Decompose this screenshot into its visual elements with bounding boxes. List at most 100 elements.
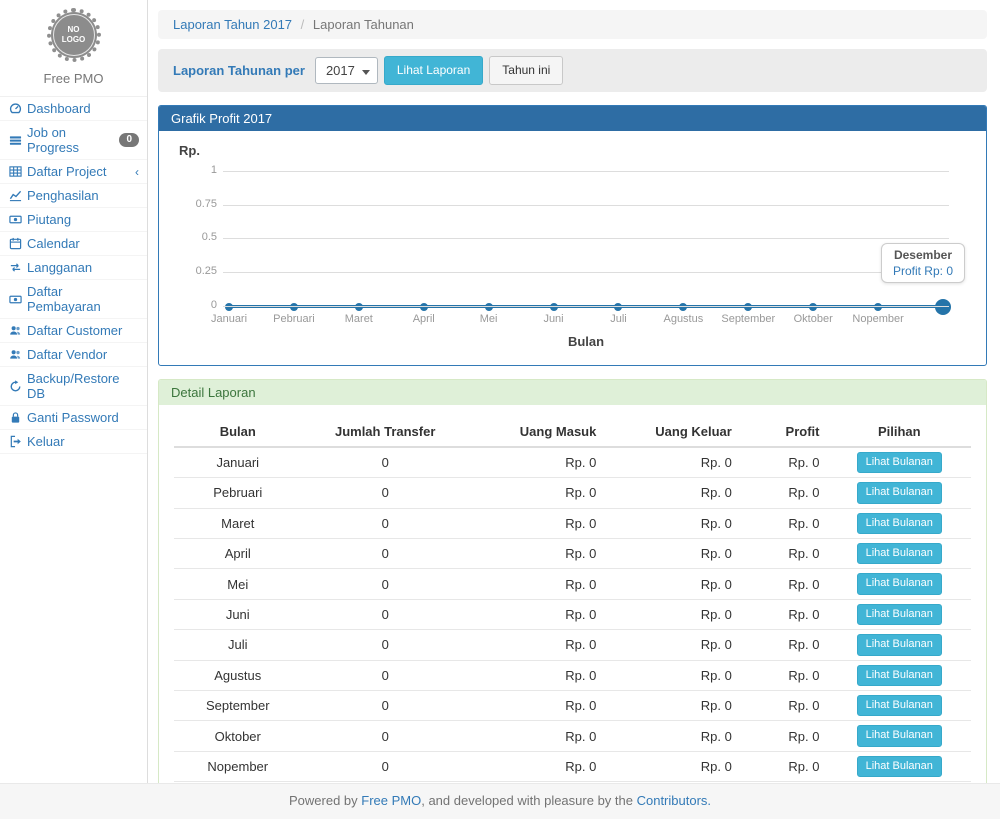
logo-block: NO LOGO Free PMO — [0, 0, 147, 96]
tahun-ini-button[interactable]: Tahun ini — [489, 56, 563, 85]
data-point-agustus[interactable] — [679, 303, 687, 311]
data-point-maret[interactable] — [355, 303, 363, 311]
cell-bulan: Juli — [174, 630, 302, 660]
cell-bulan: September — [174, 690, 302, 720]
cell-profit: Rp. 0 — [740, 630, 828, 660]
data-point-pebruari[interactable] — [290, 303, 298, 311]
data-point-september[interactable] — [744, 303, 752, 311]
x-tick-label: Juni — [543, 313, 563, 325]
main-content: Laporan Tahun 2017 / Laporan Tahunan Lap… — [148, 0, 1000, 783]
sidebar-item-job-on-progress[interactable]: Job on Progress 0 — [0, 121, 147, 160]
column-header-uang-keluar: Uang Keluar — [604, 417, 739, 447]
count-badge: 0 — [119, 133, 139, 147]
sidebar-item-daftar-customer[interactable]: Daftar Customer — [0, 319, 147, 343]
cell-uang-masuk: Rp. 0 — [469, 630, 604, 660]
tooltip-month: Desember — [893, 248, 953, 262]
sidebar-item-daftar-project[interactable]: Daftar Project‹ — [0, 160, 147, 184]
column-header-profit: Profit — [740, 417, 828, 447]
data-point-nopember[interactable] — [874, 303, 882, 311]
y-tick-label: 0 — [179, 299, 217, 311]
cell-uang-keluar: Rp. 0 — [604, 660, 739, 690]
page-footer: Powered by Free PMO, and developed with … — [0, 783, 1000, 819]
lihat-bulanan-button-pebruari[interactable]: Lihat Bulanan — [857, 482, 942, 503]
profit-line-chart: Rp. 00.250.50.751 JanuariPebruariMaretAp… — [177, 143, 951, 351]
cell-uang-masuk: Rp. 0 — [469, 538, 604, 568]
sidebar-item-backup-restore-db[interactable]: Backup/Restore DB — [0, 367, 147, 406]
cell-uang-keluar: Rp. 0 — [604, 508, 739, 538]
lihat-bulanan-button-oktober[interactable]: Lihat Bulanan — [857, 725, 942, 746]
x-tick-label: Pebruari — [273, 313, 315, 325]
year-select[interactable]: 2017 — [315, 57, 378, 84]
x-tick-label: Nopember — [852, 313, 903, 325]
x-tick-label: Oktober — [794, 313, 833, 325]
sidebar-item-langganan[interactable]: Langganan — [0, 256, 147, 280]
cell-uang-masuk: Rp. 0 — [469, 599, 604, 629]
money-icon — [8, 213, 22, 227]
data-point-mei[interactable] — [485, 303, 493, 311]
chevron-down-icon — [362, 70, 370, 75]
breadcrumb-separator: / — [301, 17, 305, 32]
sidebar-item-piutang[interactable]: Piutang — [0, 208, 147, 232]
cell-jumlah-transfer: 0 — [302, 630, 469, 660]
detail-report-panel: Detail Laporan BulanJumlah TransferUang … — [158, 379, 987, 783]
sidebar-item-dashboard[interactable]: Dashboard — [0, 97, 147, 121]
cell-profit: Rp. 0 — [740, 599, 828, 629]
footer-text-middle: , and developed with pleasure by the — [421, 793, 636, 808]
data-point-april[interactable] — [420, 303, 428, 311]
chart-tooltip: Desember Profit Rp: 0 — [881, 243, 965, 283]
profit-chart-panel: Grafik Profit 2017 Rp. 00.250.50.751 Jan… — [158, 105, 987, 366]
table-row-april: April0Rp. 0Rp. 0Rp. 0Lihat Bulanan — [174, 538, 971, 568]
lihat-bulanan-button-september[interactable]: Lihat Bulanan — [857, 695, 942, 716]
x-tick-label: Agustus — [663, 313, 703, 325]
gridline — [223, 272, 949, 273]
cell-profit: Rp. 0 — [740, 538, 828, 568]
sidebar-item-ganti-password[interactable]: Ganti Password — [0, 406, 147, 430]
x-tick-label: April — [413, 313, 435, 325]
sidebar-item-label: Daftar Project — [27, 164, 106, 179]
table-body: Januari0Rp. 0Rp. 0Rp. 0Lihat BulananPebr… — [174, 447, 971, 783]
cell-uang-masuk: Rp. 0 — [469, 447, 604, 478]
data-point-januari[interactable] — [225, 303, 233, 311]
cell-uang-keluar: Rp. 0 — [604, 751, 739, 781]
cell-pilihan: Lihat Bulanan — [828, 751, 972, 781]
cell-pilihan: Lihat Bulanan — [828, 690, 972, 720]
lihat-bulanan-button-maret[interactable]: Lihat Bulanan — [857, 513, 942, 534]
users-icon — [8, 324, 22, 338]
sidebar-item-penghasilan[interactable]: Penghasilan — [0, 184, 147, 208]
data-point-oktober[interactable] — [809, 303, 817, 311]
lihat-laporan-button[interactable]: Lihat Laporan — [384, 56, 483, 85]
lihat-bulanan-button-mei[interactable]: Lihat Bulanan — [857, 573, 942, 594]
cell-uang-masuk: Rp. 0 — [469, 660, 604, 690]
x-tick-label: Juli — [610, 313, 627, 325]
lihat-bulanan-button-nopember[interactable]: Lihat Bulanan — [857, 756, 942, 777]
cell-jumlah-transfer: 0 — [302, 538, 469, 568]
lihat-bulanan-button-januari[interactable]: Lihat Bulanan — [857, 452, 942, 473]
sidebar-item-calendar[interactable]: Calendar — [0, 232, 147, 256]
cell-uang-keluar: Rp. 0 — [604, 721, 739, 751]
lihat-bulanan-button-juni[interactable]: Lihat Bulanan — [857, 604, 942, 625]
sidebar-item-keluar[interactable]: Keluar — [0, 430, 147, 454]
cell-pilihan: Lihat Bulanan — [828, 447, 972, 478]
breadcrumb-link-laporan-tahun[interactable]: Laporan Tahun 2017 — [173, 17, 292, 32]
tooltip-value: Profit Rp: 0 — [893, 264, 953, 278]
column-header-jumlah-transfer: Jumlah Transfer — [302, 417, 469, 447]
cell-uang-masuk: Rp. 0 — [469, 569, 604, 599]
sidebar-item-label: Job on Progress — [27, 125, 114, 155]
data-point-juni[interactable] — [550, 303, 558, 311]
sidebar-item-label: Penghasilan — [27, 188, 99, 203]
column-header-bulan: Bulan — [174, 417, 302, 447]
logo-text: NO LOGO — [53, 14, 95, 56]
lihat-bulanan-button-agustus[interactable]: Lihat Bulanan — [857, 665, 942, 686]
cell-pilihan: Lihat Bulanan — [828, 599, 972, 629]
footer-contributors-link[interactable]: Contributors. — [637, 793, 711, 808]
sidebar-item-daftar-vendor[interactable]: Daftar Vendor — [0, 343, 147, 367]
gridline — [223, 171, 949, 172]
lihat-bulanan-button-april[interactable]: Lihat Bulanan — [857, 543, 942, 564]
table-row-maret: Maret0Rp. 0Rp. 0Rp. 0Lihat Bulanan — [174, 508, 971, 538]
footer-brand-link[interactable]: Free PMO — [361, 793, 421, 808]
data-point-juli[interactable] — [614, 303, 622, 311]
cell-uang-masuk: Rp. 0 — [469, 721, 604, 751]
sidebar-item-daftar-pembayaran[interactable]: Daftar Pembayaran — [0, 280, 147, 319]
table-row-september: September0Rp. 0Rp. 0Rp. 0Lihat Bulanan — [174, 690, 971, 720]
lihat-bulanan-button-juli[interactable]: Lihat Bulanan — [857, 634, 942, 655]
